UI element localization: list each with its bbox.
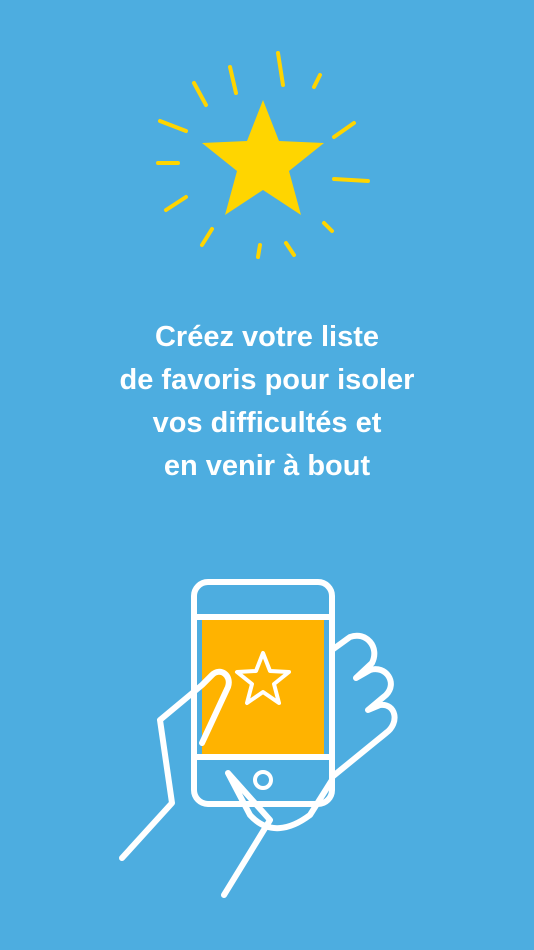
phone-screen bbox=[202, 615, 324, 755]
headline-line-4: en venir à bout bbox=[163, 450, 371, 482]
onboarding-screen: Créez votre liste de favoris pour isoler… bbox=[0, 0, 534, 950]
home-button bbox=[253, 770, 273, 790]
headline-line-1: Créez votre liste bbox=[154, 321, 380, 353]
hand-fingers bbox=[329, 632, 398, 780]
headline: Créez votre liste de favoris pour isoler… bbox=[0, 316, 534, 488]
star-shape bbox=[202, 100, 324, 215]
hand-holding-phone-icon bbox=[119, 579, 398, 898]
star-burst-icon bbox=[156, 51, 370, 259]
headline-line-2: de favoris pour isoler bbox=[119, 364, 415, 396]
hand-palm bbox=[221, 770, 335, 898]
headline-line-3: vos difficultés et bbox=[152, 407, 382, 439]
